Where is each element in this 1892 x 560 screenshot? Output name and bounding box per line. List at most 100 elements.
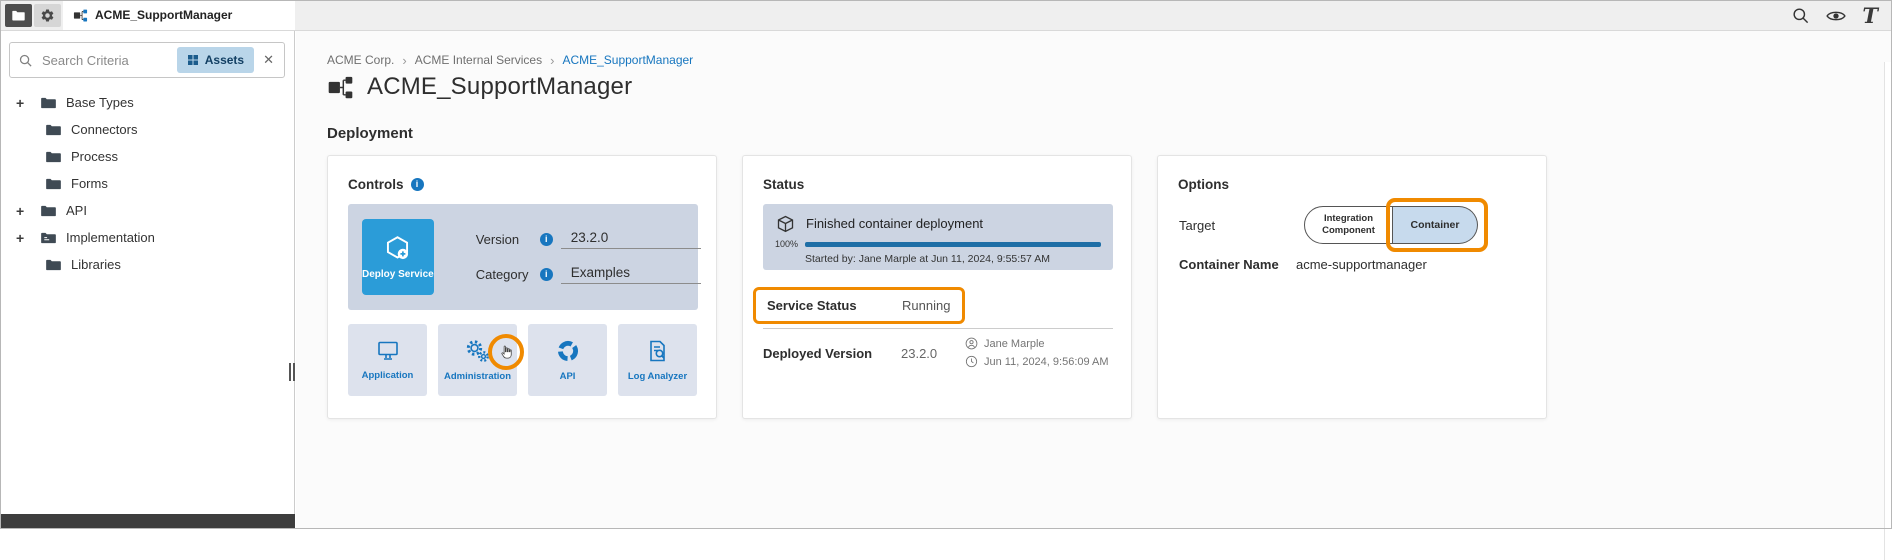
tile-label: Administration (444, 371, 511, 382)
tree-item-libraries[interactable]: Libraries (0, 251, 295, 278)
top-toolbar: ACME_SupportManager T (0, 0, 1892, 31)
folder-icon (40, 96, 57, 110)
chevron-right-icon: › (550, 54, 554, 67)
breadcrumb-item-current[interactable]: ACME_SupportManager (562, 53, 693, 67)
info-icon[interactable]: i (540, 268, 553, 281)
log-analyzer-icon (646, 338, 670, 364)
tree-item-label: Forms (71, 176, 108, 191)
expand-icon[interactable]: + (16, 203, 40, 219)
deploy-panel: Deploy Service Version i 23.2.0 Category… (348, 204, 698, 310)
brand-logo: T (1862, 5, 1878, 26)
version-label: Version (476, 232, 532, 247)
breadcrumb-item[interactable]: ACME Corp. (327, 53, 394, 67)
target-toggle: Integration Component Container (1304, 206, 1478, 244)
person-icon (965, 337, 978, 350)
close-icon[interactable]: ✕ (261, 52, 276, 68)
tree-item-label: Process (71, 149, 118, 164)
folder-button[interactable] (5, 4, 32, 27)
tree-item-implementation[interactable]: + Implementation (0, 224, 295, 251)
info-icon[interactable]: i (411, 178, 424, 191)
gear-icon (40, 8, 55, 23)
tree-item-label: Libraries (71, 257, 121, 272)
annotation-highlight-ring (488, 334, 524, 370)
hand-cursor-icon (497, 343, 516, 362)
deployed-by-text: Jane Marple (984, 338, 1045, 350)
page-title-row: ACME_SupportManager (327, 73, 632, 101)
sidebar-resize-handle[interactable] (288, 362, 295, 382)
deployed-version-value: 23.2.0 (901, 346, 937, 361)
target-option-label: Integration Component (1313, 213, 1384, 238)
breadcrumb: ACME Corp. › ACME Internal Services › AC… (327, 53, 693, 67)
service-status-value: Running (902, 298, 950, 313)
tree-item-process[interactable]: Process (0, 143, 295, 170)
asset-tree: + Base Types Connectors Process Forms + … (0, 89, 295, 278)
target-option-label: Container (1410, 219, 1459, 231)
status-message: Finished container deployment (806, 216, 983, 231)
main-content: ACME Corp. › ACME Internal Services › AC… (296, 31, 1892, 529)
tree-item-base-types[interactable]: + Base Types (0, 89, 295, 116)
progress-bar (805, 242, 1101, 247)
sidebar-footer-bar (0, 514, 295, 529)
settings-button[interactable] (34, 4, 61, 27)
tree-item-label: Base Types (66, 95, 134, 110)
breadcrumb-item[interactable]: ACME Internal Services (415, 53, 542, 67)
tree-item-label: Implementation (66, 230, 155, 245)
target-option-container[interactable]: Container (1393, 206, 1478, 244)
folder-icon (45, 150, 62, 164)
tile-label: API (560, 371, 576, 382)
api-pie-icon (555, 338, 581, 364)
assets-chip-label: Assets (205, 53, 244, 67)
assets-filter-chip[interactable]: Assets (177, 47, 254, 73)
deployment-status-panel: Finished container deployment 100% Start… (763, 204, 1113, 270)
eye-icon[interactable] (1825, 8, 1847, 24)
tree-item-label: API (66, 203, 87, 218)
container-box-icon (775, 213, 796, 234)
target-label: Target (1179, 218, 1215, 233)
api-tile[interactable]: API (528, 324, 607, 396)
scrollbar[interactable] (1884, 62, 1892, 560)
deployed-version-row: Deployed Version 23.2.0 Jane Marple Jun … (763, 334, 1113, 394)
tree-item-label: Connectors (71, 122, 137, 137)
version-field[interactable]: 23.2.0 (561, 230, 701, 249)
folder-icon (45, 123, 62, 137)
page-title: ACME_SupportManager (367, 73, 632, 101)
expand-icon[interactable]: + (16, 230, 40, 246)
grid-icon (187, 54, 199, 66)
clock-icon (965, 355, 978, 368)
tile-label: Log Analyzer (628, 371, 687, 382)
search-icon[interactable] (1791, 6, 1810, 25)
card-title-row: Controls i (348, 177, 424, 192)
service-status-label: Service Status (767, 298, 902, 313)
info-icon[interactable]: i (540, 233, 553, 246)
application-tile[interactable]: Application (348, 324, 427, 396)
log-analyzer-tile[interactable]: Log Analyzer (618, 324, 697, 396)
controls-card: Controls i Deploy Service (327, 155, 717, 419)
expand-icon[interactable]: + (16, 95, 40, 111)
category-label: Category (476, 267, 532, 282)
annotation-highlight-service-status: Service Status Running (753, 287, 965, 324)
application-icon (375, 339, 401, 363)
asset-sidebar: Assets ✕ + Base Types Connectors Process… (0, 31, 295, 514)
tree-item-connectors[interactable]: Connectors (0, 116, 295, 143)
chevron-right-icon: › (402, 54, 406, 67)
folder-icon (45, 258, 62, 272)
divider (763, 328, 1113, 329)
open-asset-tab[interactable]: ACME_SupportManager (63, 0, 295, 30)
asset-icon (327, 74, 354, 101)
search-input[interactable] (40, 52, 170, 69)
options-card: Options Target Integration Component Con… (1157, 155, 1547, 419)
tree-item-api[interactable]: + API (0, 197, 295, 224)
deployed-version-label: Deployed Version (763, 346, 872, 361)
deployed-at-text: Jun 11, 2024, 9:56:09 AM (984, 356, 1109, 368)
container-name-value: acme-supportmanager (1296, 257, 1427, 272)
deploy-service-button[interactable]: Deploy Service (362, 219, 434, 295)
status-card: Status Finished container deployment 100… (742, 155, 1132, 419)
container-name-label: Container Name (1179, 257, 1279, 272)
administration-tile[interactable]: Administration (438, 324, 517, 396)
target-option-integration-component[interactable]: Integration Component (1304, 206, 1393, 244)
tree-item-forms[interactable]: Forms (0, 170, 295, 197)
category-field[interactable]: Examples (561, 265, 701, 284)
status-title: Status (763, 177, 804, 192)
card-title-row: Status (763, 177, 804, 192)
card-title-row: Options (1178, 177, 1229, 192)
